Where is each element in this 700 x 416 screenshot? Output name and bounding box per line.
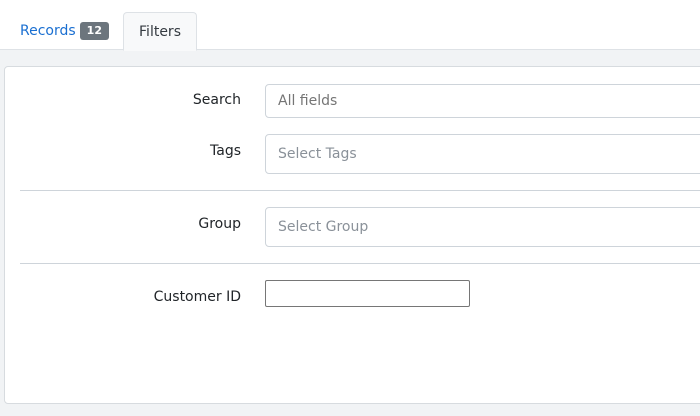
group-label: Group: [198, 216, 241, 232]
tags-select[interactable]: Select Tags: [265, 134, 700, 174]
tab-records[interactable]: Records 12: [20, 12, 109, 50]
tab-filters-label: Filters: [139, 24, 181, 40]
tags-label: Tags: [210, 143, 241, 159]
tags-select-placeholder: Select Tags: [278, 146, 357, 162]
customer-id-label: Customer ID: [153, 289, 241, 305]
section-divider: [20, 263, 700, 264]
page: Records 12 Filters Search Tags Select Ta…: [0, 0, 700, 416]
search-input[interactable]: [265, 84, 700, 118]
group-select[interactable]: Select Group: [265, 207, 700, 247]
tab-bar: Records 12 Filters: [0, 0, 700, 51]
tab-records-label: Records: [20, 23, 76, 39]
tab-filters[interactable]: Filters: [123, 12, 197, 51]
group-select-placeholder: Select Group: [278, 219, 369, 235]
search-label: Search: [192, 92, 241, 108]
customer-id-input[interactable]: [265, 280, 470, 307]
section-divider: [20, 190, 700, 191]
records-count-badge: 12: [79, 22, 109, 40]
